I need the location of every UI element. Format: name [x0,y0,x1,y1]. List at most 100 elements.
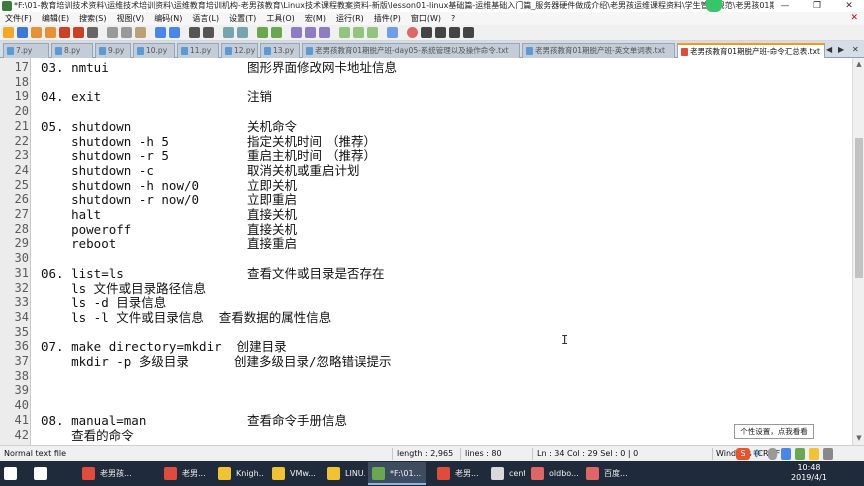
system-clock[interactable]: 10:48 2019/4/1 [784,463,834,483]
taskbar-app[interactable]: oldbo... [527,462,579,485]
line-description-text[interactable]: 查看命令手册信息 [247,413,347,428]
tab-document[interactable]: 8.py [51,43,93,58]
tab-next-icon[interactable]: ▶ [838,45,844,54]
taskbar-app[interactable]: LINU... [323,462,365,485]
minimize-button[interactable]: — [774,0,796,12]
find-icon[interactable] [189,27,200,38]
scroll-down-icon[interactable]: ▼ [853,434,864,442]
zoom-in-icon[interactable] [223,27,234,38]
close-document-icon[interactable]: ✕ [850,12,858,25]
editor-line[interactable]: 21 05. shutdown 关机命令 [0,119,852,134]
taskbar-app[interactable]: *F:\01... [368,462,426,485]
maximize-button[interactable]: ❐ [806,0,828,12]
line-description-text[interactable]: 直接关机 [247,207,297,222]
redo-icon[interactable] [169,27,180,38]
ime-skin-icon[interactable] [809,448,819,460]
line-description-text[interactable]: 重启主机时间 （推荐） [247,148,376,163]
line-code-text[interactable]: 07. make directory=mkdir 创建目录 [41,339,287,354]
tab-document[interactable]: 9.py [95,43,131,58]
tab-document[interactable]: 老男孩教育01期脱产班-day05-系统管理以及操作命令.txt [302,43,520,58]
line-description-text[interactable]: 立即重启 [247,192,297,207]
editor-line[interactable]: 28 poweroff 直接关机 [0,222,852,237]
line-code-text[interactable]: 08. manual=man [41,413,146,428]
editor-line[interactable]: 42 查看的命令 [0,428,852,443]
editor-line[interactable]: 36 07. make directory=mkdir 创建目录 [0,339,852,354]
sync-horizontal-icon[interactable] [271,27,282,38]
line-code-text[interactable]: 查看的命令 [41,428,134,443]
zoom-out-icon[interactable] [237,27,248,38]
editor-line[interactable]: 22 shutdown -h 5 指定关机时间 （推荐） [0,134,852,149]
taskbar-app[interactable]: Knigh... [214,462,264,485]
editor-line[interactable]: 31 06. list=ls 查看文件或目录是否存在 [0,266,852,281]
tab-active-document[interactable]: 老男孩教育01期脱产班-命令汇总表.txt [677,43,825,58]
taskbar-app[interactable]: cento... [487,462,525,485]
close-button[interactable]: ✕ [838,0,860,12]
function-list-icon[interactable] [353,27,364,38]
indent-guide-icon[interactable] [319,27,330,38]
new-file-icon[interactable] [3,27,14,38]
stop-recording-icon[interactable] [421,27,432,38]
line-code-text[interactable]: 04. exit [41,89,101,104]
line-description-text[interactable]: 注销 [247,89,272,104]
ime-punctuation-icon[interactable] [768,448,777,460]
open-file-icon[interactable] [17,27,28,38]
line-description-text[interactable]: 指定关机时间 （推荐） [247,134,376,149]
scroll-up-icon[interactable]: ▲ [853,60,864,68]
line-code-text[interactable]: halt [41,207,101,222]
doc-map-icon[interactable] [339,27,350,38]
editor-line[interactable]: 26 shutdown -r now/0 立即重启 [0,192,852,207]
menu-item[interactable]: 搜索(S) [74,12,111,25]
folder-workspace-icon[interactable] [367,27,378,38]
taskbar-app[interactable]: 老男... [433,462,483,485]
menu-item[interactable]: 文件(F) [0,12,37,25]
start-button[interactable] [0,462,28,485]
line-description-text[interactable]: 查看文件或目录是否存在 [247,266,385,281]
ime-keyboard-icon[interactable] [795,448,805,460]
editor-line[interactable]: 23 shutdown -r 5 重启主机时间 （推荐） [0,148,852,163]
text-editor[interactable]: I 17 03. nmtui 图形界面修改网卡地址信息 18 19 04. exit 注销 2… [0,58,852,445]
tab-prev-icon[interactable]: ◀ [826,45,832,54]
monitoring-icon[interactable] [387,27,398,38]
line-code-text[interactable]: ls -d 目录信息 [41,295,166,310]
line-code-text[interactable]: 03. nmtui [41,60,109,75]
line-code-text[interactable]: shutdown -h now/0 [41,178,199,193]
menu-item[interactable]: 视图(V) [111,12,149,25]
line-code-text[interactable]: shutdown -c [41,163,154,178]
tab-close-icon[interactable]: ✕ [852,45,859,54]
tab-document[interactable]: 11.py [177,43,219,58]
editor-line[interactable]: 37 mkdir -p 多级目录 创建多级目录/忽略错误提示 [0,354,852,369]
line-code-text[interactable]: 05. shutdown [41,119,131,134]
taskbar-app[interactable]: 老男... [160,462,210,485]
taskbar-app[interactable]: 百度... [582,462,638,485]
editor-line[interactable]: 33 ls -d 目录信息 [0,295,852,310]
line-description-text[interactable]: 直接重启 [247,236,297,251]
tab-document[interactable]: 13.py [260,43,300,58]
tab-document[interactable]: 老男孩教育01期脱产班-英文单词表.txt [522,43,675,58]
menu-item[interactable]: 窗口(W) [406,12,446,25]
line-code-text[interactable]: mkdir -p 多级目录 创建多级目录/忽略错误提示 [41,354,391,369]
undo-icon[interactable] [155,27,166,38]
word-wrap-icon[interactable] [291,27,302,38]
line-code-text[interactable]: reboot [41,236,116,251]
replace-icon[interactable] [203,27,214,38]
editor-line[interactable]: 19 04. exit 注销 [0,89,852,104]
menu-item[interactable]: ? [446,12,460,25]
editor-line[interactable]: 35 [0,325,852,340]
menu-item[interactable]: 编码(N) [149,12,187,25]
taskbar-app[interactable]: 老男孩... [78,462,154,485]
line-code-text[interactable]: ls 文件或目录路径信息 [41,281,206,296]
ime-voice-icon[interactable] [781,448,791,460]
editor-line[interactable]: 18 [0,75,852,90]
paste-icon[interactable] [135,27,146,38]
scrollbar-thumb[interactable] [855,138,863,278]
editor-line[interactable]: 39 [0,383,852,398]
editor-line[interactable]: 38 [0,369,852,384]
line-description-text[interactable]: 立即关机 [247,178,297,193]
cut-icon[interactable] [107,27,118,38]
print-icon[interactable] [87,27,98,38]
editor-line[interactable]: 27 halt 直接关机 [0,207,852,222]
line-description-text[interactable]: 直接关机 [247,222,297,237]
menu-item[interactable]: 宏(M) [300,12,331,25]
sogou-ime-icon[interactable]: S [736,448,750,460]
menu-item[interactable]: 语言(L) [187,12,224,25]
